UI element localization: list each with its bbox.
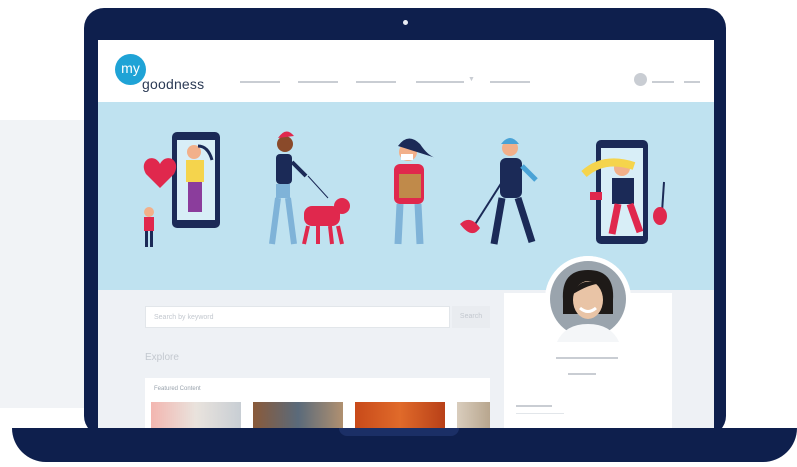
gardener-shovel-illustration <box>460 138 538 245</box>
profile-detail-line-1 <box>516 405 552 407</box>
nav-item-5[interactable] <box>490 81 530 83</box>
profile-subtitle-line <box>568 373 596 375</box>
featured-content-card: Featured Content <box>145 378 490 428</box>
phone-hug-illustration <box>143 132 220 247</box>
user-menu-label[interactable] <box>652 81 674 83</box>
profile-avatar[interactable] <box>545 256 631 342</box>
camera-dot <box>403 20 408 25</box>
content-thumbnail-1[interactable] <box>151 402 241 428</box>
nav-item-3[interactable] <box>356 81 396 83</box>
search-input[interactable]: Search by keyword <box>145 306 450 328</box>
nav-item-2[interactable] <box>298 81 338 83</box>
laptop-base-notch <box>339 428 459 436</box>
phone-musician-illustration <box>581 140 667 244</box>
profile-detail-line-2 <box>516 413 564 414</box>
nav-item-1[interactable] <box>240 81 280 83</box>
user-avatar-icon[interactable] <box>634 73 647 86</box>
screen: my goodness ▼ Search by keyword Search E… <box>98 40 714 428</box>
nav-item-4-dropdown[interactable] <box>416 81 464 83</box>
featured-content-label: Featured Content <box>154 386 201 392</box>
grocery-volunteer-illustration <box>394 138 436 245</box>
user-menu-extra[interactable] <box>684 81 700 83</box>
content-thumbnail-3[interactable] <box>355 402 445 428</box>
content-thumbnail-4[interactable] <box>457 402 490 428</box>
search-button[interactable]: Search <box>452 306 490 328</box>
dog-walker-illustration <box>269 131 350 245</box>
chevron-down-icon[interactable]: ▼ <box>468 76 475 83</box>
top-navigation: my goodness ▼ <box>98 40 714 102</box>
explore-heading: Explore <box>145 352 179 363</box>
content-thumbnail-2[interactable] <box>253 402 343 428</box>
profile-name-line <box>556 357 618 359</box>
logo-wordmark[interactable]: goodness <box>142 76 204 92</box>
avatar-photo <box>545 256 631 342</box>
